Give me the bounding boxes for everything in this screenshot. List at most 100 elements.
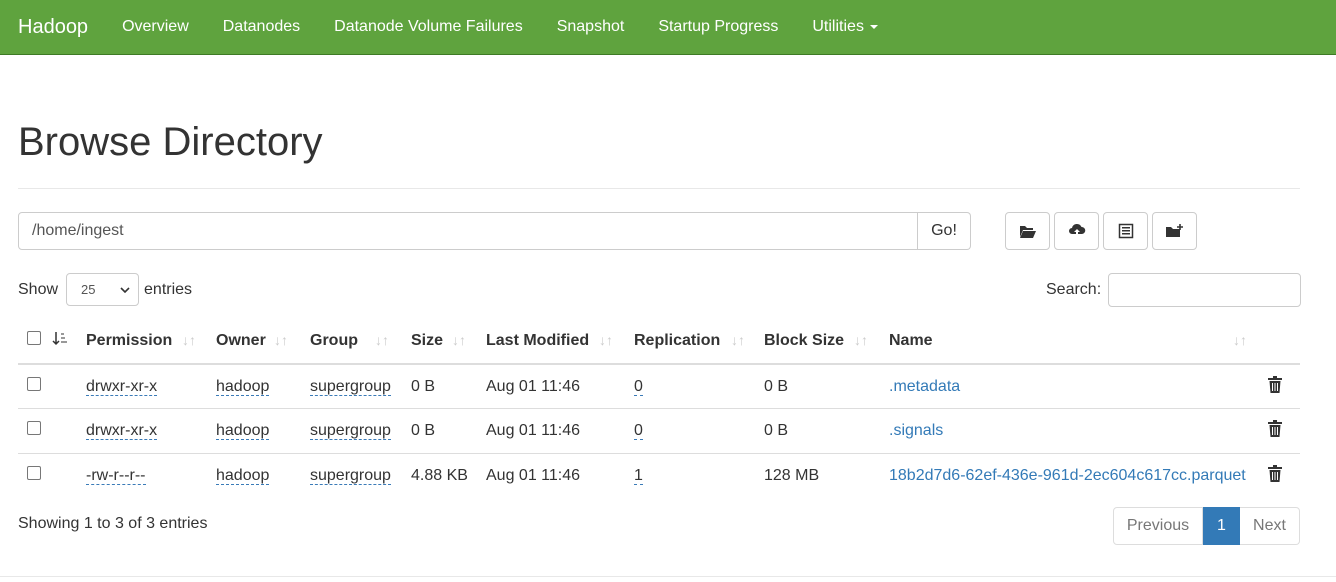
modified-cell: Aug 01 11:46 [486,466,581,484]
name-cell: .signals [889,408,1259,454]
group-link[interactable]: supergroup [310,466,391,485]
sort-descending-icon [52,332,67,346]
entries-select-value: 25 [81,282,96,297]
block-size-cell: 0 B [764,364,889,409]
nav-datanode-volume-failures[interactable]: Datanode Volume Failures [334,18,523,36]
sort-icon: ↓↑ [375,332,389,348]
header-size[interactable]: Size ↓↑ [411,318,486,365]
group-link[interactable]: supergroup [310,377,391,396]
permission-cell: drwxr-xr-x [86,364,216,409]
search-input[interactable] [1108,273,1302,307]
row-checkbox[interactable] [27,466,41,480]
header-name-label: Name [889,331,933,349]
trash-icon[interactable] [1268,375,1282,393]
actions-cell [1259,364,1300,409]
sort-icon: ↓↑ [731,332,745,348]
go-button[interactable]: Go! [918,212,971,250]
nav-datanodes[interactable]: Datanodes [223,18,300,36]
header-permission-label: Permission [86,331,173,349]
trash-icon[interactable] [1268,419,1282,437]
open-folder-button[interactable] [1005,212,1050,250]
permission-link[interactable]: -rw-r--r-- [86,466,146,485]
header-owner[interactable]: Owner ↓↑ [216,318,310,365]
name-cell: 18b2d7d6-62ef-436e-961d-2ec604c617cc.par… [889,453,1259,498]
footer-divider [0,576,1336,577]
header-actions [1259,318,1300,365]
row-checkbox[interactable] [27,377,41,391]
replication-link[interactable]: 1 [634,466,643,485]
owner-cell: hadoop [216,364,310,409]
page-title: Browse Directory [18,120,323,164]
group-cell: supergroup [310,408,411,454]
group-cell: supergroup [310,453,411,498]
page-length-control: Show 25 entries [18,273,192,306]
directory-path-input[interactable] [18,212,918,250]
owner-link[interactable]: hadoop [216,377,270,396]
table-row: -rw-r--r-- hadoop supergroup 4.88 KB Aug… [18,453,1300,498]
list-view-button[interactable] [1103,212,1148,250]
entries-select[interactable]: 25 [66,273,140,306]
group-link[interactable]: supergroup [310,421,391,440]
nav-utilities[interactable]: Utilities [812,18,878,36]
row-checkbox-cell [18,453,48,498]
header-permission[interactable]: Permission ↓↑ [86,318,216,365]
sort-icon: ↓↑ [599,332,613,348]
header-size-label: Size [411,331,444,349]
trash-icon[interactable] [1268,464,1282,482]
chevron-down-icon [120,286,130,293]
select-all-cell [18,318,48,365]
empty-cell [48,453,86,498]
permission-link[interactable]: drwxr-xr-x [86,377,158,396]
table-header-row: Permission ↓↑ Owner ↓↑ Group ↓↑ Size ↓↑ Last… [18,318,1300,365]
header-last-modified[interactable]: Last Modified ↓↑ [486,318,634,365]
replication-link[interactable]: 0 [634,421,643,440]
owner-link[interactable]: hadoop [216,421,270,440]
nav-startup-progress[interactable]: Startup Progress [658,18,778,36]
sort-icon: ↓↑ [1233,332,1247,348]
page-1-button[interactable]: 1 [1203,507,1240,545]
next-page-button[interactable]: Next [1240,507,1300,545]
permission-cell: drwxr-xr-x [86,408,216,454]
block-size-cell: 0 B [764,408,889,454]
permission-cell: -rw-r--r-- [86,453,216,498]
actions-cell [1259,453,1300,498]
select-all-checkbox[interactable] [27,331,41,345]
list-icon [1118,223,1133,239]
size-cell: 0 B [411,364,486,409]
sort-icon: ↓↑ [182,332,196,348]
row-checkbox-cell [18,364,48,409]
file-name-link[interactable]: .metadata [889,378,960,395]
replication-link[interactable]: 0 [634,377,643,396]
sort-icon: ↓↑ [274,332,288,348]
brand-link[interactable]: Hadoop [18,16,88,39]
table-row: drwxr-xr-x hadoop supergroup 0 B Aug 01 … [18,408,1300,454]
file-name-link[interactable]: 18b2d7d6-62ef-436e-961d-2ec604c617cc.par… [889,467,1246,484]
empty-cell [48,364,86,409]
sort-column-header[interactable] [48,318,86,365]
header-last-modified-label: Last Modified [486,331,590,349]
owner-link[interactable]: hadoop [216,466,270,485]
previous-page-button[interactable]: Previous [1113,507,1203,545]
header-group[interactable]: Group ↓↑ [310,318,411,365]
actions-cell [1259,408,1300,454]
size-cell: 0 B [411,408,486,454]
folder-open-icon [1019,225,1036,238]
modified-cell: Aug 01 11:46 [486,408,634,454]
group-cell: supergroup [310,364,411,409]
nav-overview[interactable]: Overview [122,18,189,36]
header-replication[interactable]: Replication ↓↑ [634,318,764,365]
header-block-size[interactable]: Block Size ↓↑ [764,318,889,365]
modified-cell: Aug 01 11:46 [486,364,634,409]
permission-link[interactable]: drwxr-xr-x [86,421,158,440]
search-label: Search: [1046,281,1102,298]
upload-button[interactable] [1054,212,1099,250]
create-directory-button[interactable] [1152,212,1197,250]
top-navbar: Hadoop Overview Datanodes Datanode Volum… [0,0,1336,55]
nav-snapshot[interactable]: Snapshot [557,18,625,36]
file-name-link[interactable]: .signals [889,422,943,439]
title-divider [18,188,1300,189]
row-checkbox[interactable] [27,421,41,436]
replication-cell: 1 [634,453,764,498]
header-name[interactable]: Name ↓↑ [889,318,1259,365]
owner-cell: hadoop [216,408,310,454]
